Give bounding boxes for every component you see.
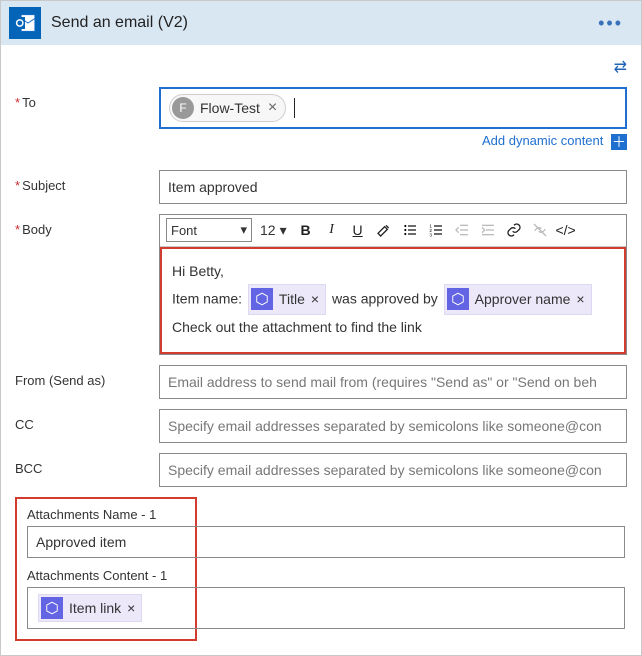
rte-toolbar: Font▾ 12▾ B I U <box>160 215 626 247</box>
underline-button[interactable]: U <box>347 219 369 241</box>
chevron-down-icon: ▾ <box>240 222 247 238</box>
from-placeholder: Email address to send mail from (require… <box>168 374 597 390</box>
cc-label: CC <box>15 409 159 432</box>
add-dynamic-content-plus-icon[interactable]: ＋ <box>611 134 627 150</box>
body-line-3: Check out the attachment to find the lin… <box>172 315 614 340</box>
subject-label: Subject <box>15 170 159 193</box>
bullet-list-button[interactable] <box>399 219 421 241</box>
att-name-value: Approved item <box>36 534 126 550</box>
swap-icon[interactable]: ⇄ <box>614 57 627 77</box>
body-editor[interactable]: Hi Betty, Item name: Title × was approve… <box>160 247 626 355</box>
to-input[interactable]: F Flow-Test × <box>159 87 627 129</box>
chip-remove-icon[interactable]: × <box>268 100 277 116</box>
subject-input[interactable]: Item approved <box>159 170 627 204</box>
svg-text:3: 3 <box>429 233 432 238</box>
from-input[interactable]: Email address to send mail from (require… <box>159 365 627 399</box>
bold-button[interactable]: B <box>295 219 317 241</box>
body-line-2: Item name: Title × was approved by <box>172 284 614 315</box>
font-size-select[interactable]: 12▾ <box>256 222 291 239</box>
dynamic-token-title[interactable]: Title × <box>248 284 326 315</box>
chevron-down-icon: ▾ <box>280 222 287 239</box>
to-chip[interactable]: F Flow-Test × <box>169 94 286 122</box>
avatar: F <box>172 97 194 119</box>
link-button[interactable] <box>503 219 525 241</box>
cc-placeholder: Specify email addresses separated by sem… <box>168 418 602 434</box>
outdent-button[interactable] <box>451 219 473 241</box>
action-card: Send an email (V2) ••• ⇄ To F Flow-Test … <box>0 0 642 656</box>
attachments-highlight-box: Attachments Name - 1 Approved item Attac… <box>15 497 197 641</box>
token-icon <box>41 597 63 619</box>
body-editor-container: Font▾ 12▾ B I U <box>159 214 627 356</box>
bcc-placeholder: Specify email addresses separated by sem… <box>168 462 602 478</box>
font-select[interactable]: Font▾ <box>166 218 252 242</box>
token-remove-icon[interactable]: × <box>576 287 584 312</box>
att-content-input[interactable]: Item link × <box>27 587 625 629</box>
add-dynamic-content-link[interactable]: Add dynamic content <box>482 133 603 148</box>
to-label: To <box>15 87 159 110</box>
subject-value: Item approved <box>168 179 258 195</box>
chip-label: Flow-Test <box>200 100 260 116</box>
unlink-button[interactable] <box>529 219 551 241</box>
card-header: Send an email (V2) ••• <box>1 1 641 45</box>
bcc-label: BCC <box>15 453 159 476</box>
attachments-section: Attachments Name - 1 Approved item Attac… <box>15 497 627 641</box>
att-name-label: Attachments Name - 1 <box>27 507 185 522</box>
att-name-input[interactable]: Approved item <box>27 526 625 558</box>
bcc-input[interactable]: Specify email addresses separated by sem… <box>159 453 627 487</box>
token-icon <box>447 288 469 310</box>
token-remove-icon[interactable]: × <box>127 600 135 616</box>
cc-input[interactable]: Specify email addresses separated by sem… <box>159 409 627 443</box>
att-content-label: Attachments Content - 1 <box>27 568 185 583</box>
highlight-button[interactable] <box>373 219 395 241</box>
outlook-icon <box>9 7 41 39</box>
form-body: To F Flow-Test × Add dynamic content ＋ <box>1 87 641 655</box>
italic-button[interactable]: I <box>321 219 343 241</box>
card-menu-button[interactable]: ••• <box>592 9 629 38</box>
card-title: Send an email (V2) <box>51 14 188 32</box>
indent-button[interactable] <box>477 219 499 241</box>
token-remove-icon[interactable]: × <box>311 287 319 312</box>
body-label: Body <box>15 214 159 237</box>
code-view-button[interactable]: </> <box>555 219 577 241</box>
dynamic-token-approver[interactable]: Approver name × <box>444 284 592 315</box>
token-icon <box>251 288 273 310</box>
from-label: From (Send as) <box>15 365 159 388</box>
text-caret <box>294 98 295 118</box>
body-line-1: Hi Betty, <box>172 259 614 284</box>
number-list-button[interactable]: 123 <box>425 219 447 241</box>
